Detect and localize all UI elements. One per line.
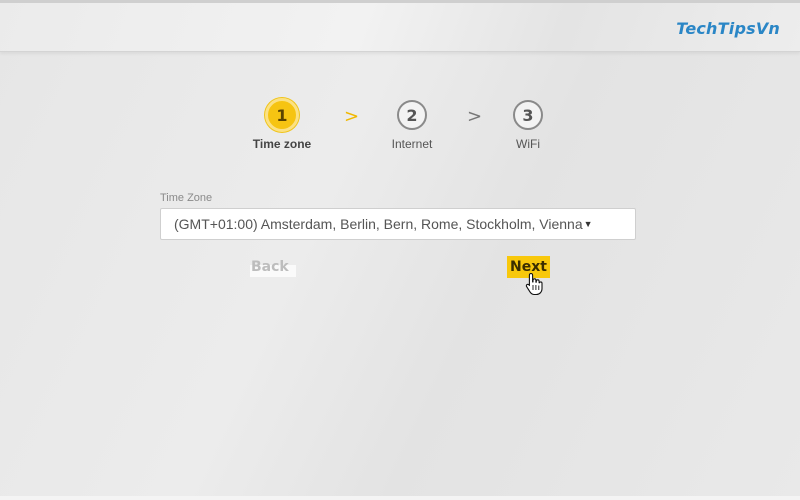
back-button[interactable]: Back bbox=[250, 257, 296, 277]
top-bar: TechTipsVn bbox=[0, 0, 800, 52]
step-3-label: WiFi bbox=[516, 137, 540, 151]
time-zone-value: (GMT+01:00) Amsterdam, Berlin, Bern, Rom… bbox=[174, 216, 583, 232]
step-separator-1: > bbox=[344, 106, 360, 127]
step-2-label: Internet bbox=[391, 137, 433, 151]
step-1-label: Time zone bbox=[252, 137, 312, 151]
bottom-border bbox=[0, 496, 800, 500]
step-separator-2: > bbox=[467, 106, 483, 127]
step-wifi: 3 WiFi bbox=[483, 98, 573, 151]
step-internet: 2 Internet bbox=[367, 98, 457, 151]
step-2-circle: 2 bbox=[397, 100, 427, 130]
time-zone-select[interactable]: (GMT+01:00) Amsterdam, Berlin, Bern, Rom… bbox=[160, 208, 636, 240]
wizard-steps: 1 Time zone > 2 Internet > 3 WiFi bbox=[0, 98, 800, 158]
triangle-down-icon: ▼ bbox=[583, 219, 593, 229]
watermark-logo: TechTipsVn bbox=[676, 19, 780, 38]
time-zone-label: Time Zone bbox=[160, 192, 213, 204]
hand-pointer-icon bbox=[525, 272, 543, 296]
step-time-zone: 1 Time zone bbox=[237, 98, 327, 151]
step-3-circle: 3 bbox=[513, 100, 543, 130]
step-1-circle: 1 bbox=[265, 98, 299, 132]
